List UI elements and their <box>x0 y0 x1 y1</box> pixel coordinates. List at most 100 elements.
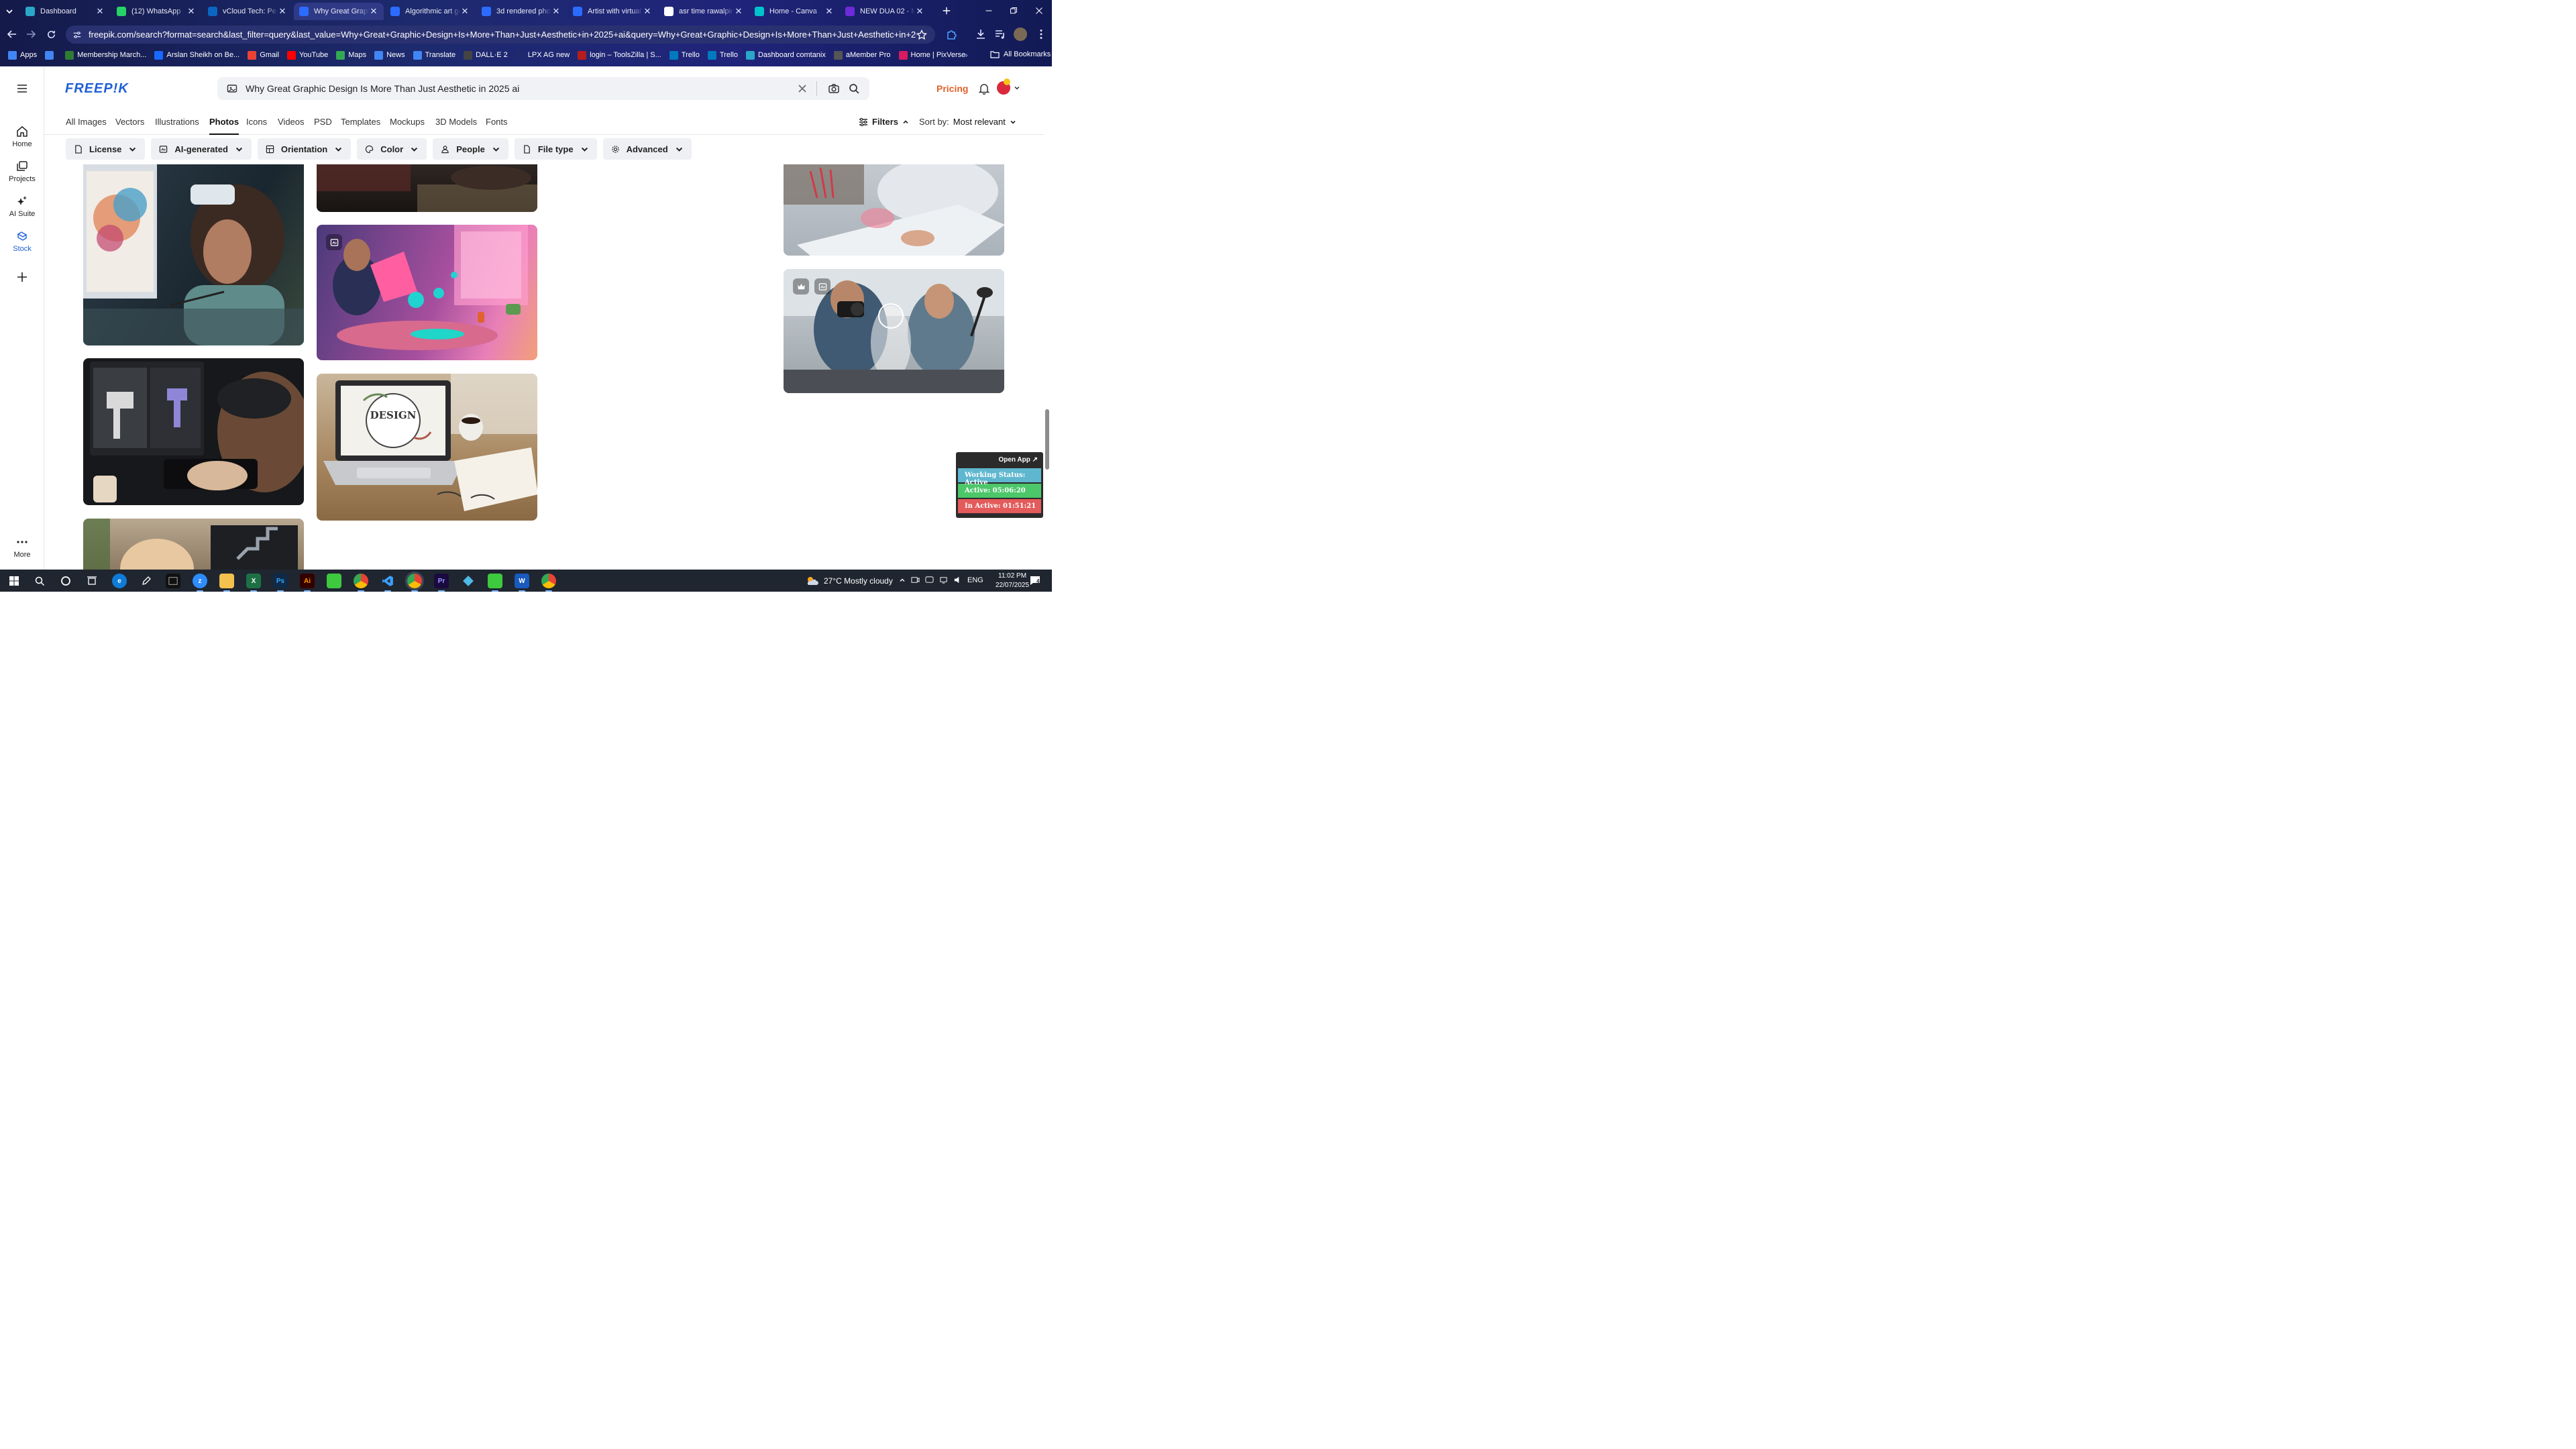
tab-close-icon[interactable]: ✕ <box>278 6 287 17</box>
chrome-icon[interactable] <box>354 574 368 592</box>
tab-search-icon[interactable] <box>4 6 16 17</box>
tab-close-icon[interactable]: ✕ <box>186 6 196 17</box>
notifications-bell-icon[interactable] <box>978 83 990 95</box>
chrome-2-icon[interactable] <box>541 574 556 592</box>
bookmark-star-icon[interactable] <box>916 29 927 40</box>
photoshop-icon[interactable]: Ps <box>273 574 288 592</box>
image-card-artist-vr[interactable] <box>83 164 304 345</box>
tray-chevron-up-icon[interactable] <box>899 577 906 584</box>
bookmark-item[interactable]: Translate <box>413 50 455 60</box>
freepik-logo[interactable]: FREEP!K <box>65 81 129 97</box>
pen-tool-icon[interactable] <box>139 574 154 588</box>
bookmarks-overflow-icon[interactable]: » <box>963 50 968 60</box>
chip-ai-generated[interactable]: AI-generated <box>151 138 252 160</box>
weather-widget[interactable]: 27°C Mostly cloudy <box>805 576 893 586</box>
minimize-button[interactable] <box>976 0 1002 21</box>
profile-avatar[interactable] <box>1014 28 1027 41</box>
zoom-icon[interactable]: z <box>193 574 207 592</box>
downloads-icon[interactable] <box>975 28 987 40</box>
restore-button[interactable] <box>1001 0 1026 21</box>
sort-dropdown[interactable]: Sort by: Most relevant <box>919 117 1016 127</box>
diamond-app-icon[interactable] <box>461 574 476 588</box>
language-indicator[interactable]: ENG <box>967 576 983 584</box>
bookmark-item[interactable]: Home | PixVerse <box>898 50 965 60</box>
search-icon[interactable] <box>32 574 47 588</box>
clear-search-icon[interactable] <box>796 83 808 95</box>
cortana-icon[interactable] <box>58 574 73 588</box>
camera-search-icon[interactable] <box>828 83 840 95</box>
sidebar-add-button[interactable] <box>0 271 44 286</box>
close-window-button[interactable] <box>1026 0 1052 21</box>
sidebar-item-ai-suite[interactable]: AI Suite <box>0 195 44 218</box>
bookmark-item[interactable]: Arslan Sheikh on Be... <box>154 50 239 60</box>
tab-close-icon[interactable]: ✕ <box>734 6 743 17</box>
forward-icon[interactable] <box>24 28 38 40</box>
bookmark-item[interactable]: Trello <box>707 50 738 60</box>
tab-1[interactable]: Dashboard ✕ <box>20 3 110 20</box>
sidebar-item-more[interactable]: More <box>0 536 44 559</box>
site-info-icon[interactable] <box>72 30 82 40</box>
system-clock[interactable]: 11:02 PM 22/07/2025 <box>996 572 1029 590</box>
tab-close-icon[interactable]: ✕ <box>643 6 652 17</box>
bookmark-item[interactable]: Apps <box>8 50 37 60</box>
search-icon[interactable] <box>848 83 860 95</box>
bookmark-item[interactable]: Maps <box>336 50 366 60</box>
chip-color[interactable]: Color <box>357 138 427 160</box>
green-app-icon[interactable] <box>327 574 341 588</box>
image-card-3d-modeling[interactable] <box>83 358 304 505</box>
bookmark-item[interactable]: Trello <box>669 50 700 60</box>
premiere-icon[interactable]: Pr <box>434 574 449 592</box>
green-app-2-icon[interactable] <box>488 574 502 592</box>
file-explorer-icon[interactable] <box>219 574 234 592</box>
chrome-active-icon[interactable] <box>405 572 424 592</box>
sidebar-menu-button[interactable] <box>0 83 44 97</box>
tab-close-icon[interactable]: ✕ <box>551 6 561 17</box>
chip-file-type[interactable]: File type <box>514 138 597 160</box>
tab-illustrations[interactable]: Illustrations <box>155 117 199 127</box>
filters-toggle-button[interactable]: Filters <box>859 117 909 127</box>
image-card-designer-desk[interactable] <box>83 519 304 570</box>
pricing-link[interactable]: Pricing <box>936 83 968 94</box>
tab-mockups[interactable]: Mockups <box>390 117 425 127</box>
bookmark-item[interactable] <box>45 50 57 60</box>
tab-close-icon[interactable]: ✕ <box>369 6 378 17</box>
volume-icon[interactable] <box>953 576 962 584</box>
bookmark-item[interactable]: Gmail <box>248 50 279 60</box>
tab-psd[interactable]: PSD <box>314 117 332 127</box>
camera-tray-icon[interactable] <box>911 576 920 584</box>
browser-menu-icon[interactable] <box>1035 28 1047 40</box>
bookmark-item[interactable]: Dashboard comtanix <box>745 50 826 60</box>
tab-close-icon[interactable]: ✕ <box>824 6 834 17</box>
tab-9[interactable]: Home - Canva ✕ <box>749 3 839 20</box>
bookmark-item[interactable]: DALL·E 2 <box>464 50 508 60</box>
tab-videos[interactable]: Videos <box>278 117 305 127</box>
search-input[interactable]: Why Great Graphic Design Is More Than Ju… <box>246 83 788 94</box>
bookmark-item[interactable]: News <box>374 50 405 60</box>
tab-fonts[interactable]: Fonts <box>486 117 508 127</box>
tab-6[interactable]: 3d rendered phot ✕ <box>476 3 566 20</box>
notifications-icon[interactable]: 4 <box>1029 575 1041 586</box>
meet-tray-icon[interactable] <box>925 576 934 584</box>
bookmark-item[interactable]: Membership March... <box>65 50 146 60</box>
word-icon[interactable]: W <box>515 574 529 592</box>
task-view-icon[interactable] <box>85 574 99 588</box>
excel-icon[interactable]: X <box>246 574 261 592</box>
tab-photos[interactable]: Photos <box>209 117 239 135</box>
image-card-artist-painting[interactable] <box>784 164 1004 256</box>
vscode-icon[interactable] <box>380 574 395 592</box>
tab-all-images[interactable]: All Images <box>66 117 107 127</box>
all-bookmarks-folder[interactable]: All Bookmarks <box>990 50 1051 58</box>
bookmark-item[interactable]: LPX AG new <box>515 50 570 60</box>
tab-3[interactable]: vCloud Tech: People✕ <box>203 3 292 20</box>
open-app-link[interactable]: Open App ↗ <box>957 453 1042 467</box>
tab-8[interactable]: asr time rawalpindi✕ <box>659 3 749 20</box>
bookmark-item[interactable]: YouTube <box>286 50 328 60</box>
tab-5[interactable]: Algorithmic art ge ✕ <box>385 3 475 20</box>
tab-close-icon[interactable]: ✕ <box>95 6 105 17</box>
illustrator-icon[interactable]: Ai <box>300 574 315 592</box>
tab-templates[interactable]: Templates <box>341 117 380 127</box>
reload-icon[interactable] <box>44 28 58 40</box>
back-icon[interactable] <box>5 28 19 40</box>
extension-icon[interactable] <box>946 28 958 40</box>
image-card-hands-dark[interactable] <box>317 164 537 212</box>
